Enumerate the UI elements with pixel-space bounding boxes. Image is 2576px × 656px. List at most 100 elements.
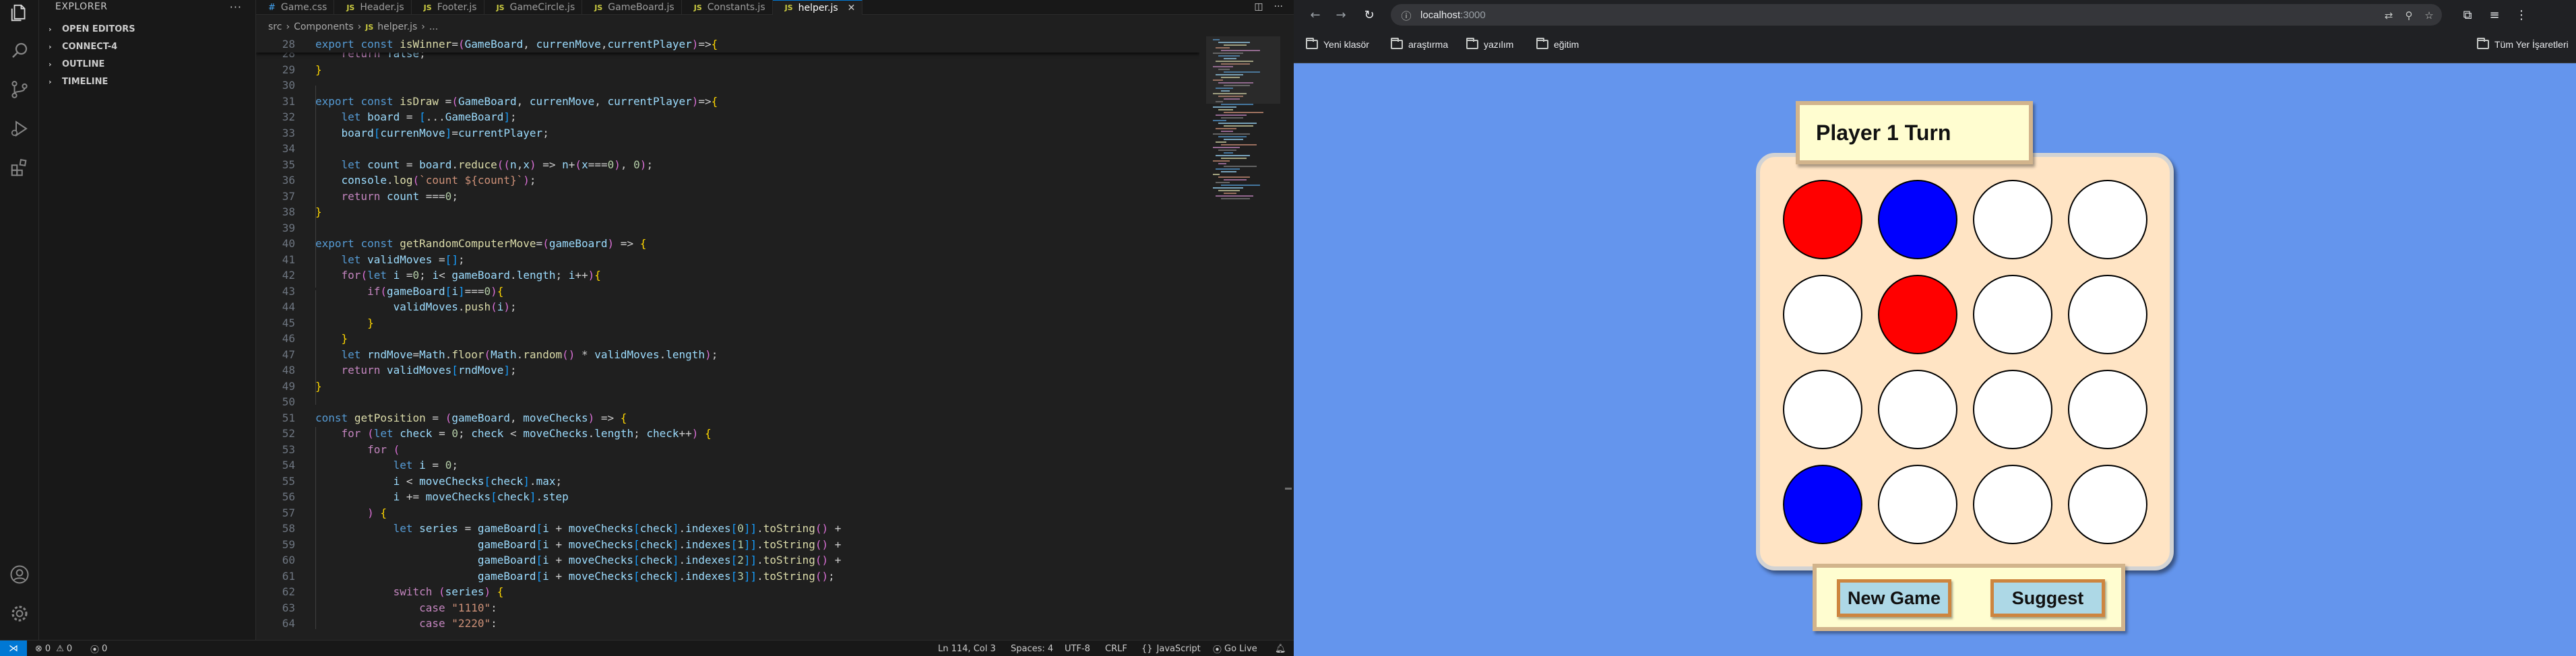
search-icon[interactable] [9, 40, 30, 61]
new-game-button[interactable]: New Game [1837, 579, 1951, 617]
minimap-line [1224, 179, 1247, 181]
game-circle-white[interactable] [1783, 275, 1862, 354]
section-project[interactable]: › CONNECT-4 [39, 38, 255, 55]
ports-indicator[interactable]: ⦿ 0 [90, 641, 107, 656]
section-outline[interactable]: › OUTLINE [39, 55, 255, 73]
game-circle-white[interactable] [2068, 370, 2147, 449]
sticky-scroll-line[interactable]: 28 export const isWinner=(GameBoard, curr… [256, 36, 1199, 53]
minimap-slider[interactable] [1206, 36, 1280, 104]
game-circle-red[interactable] [1878, 275, 1957, 354]
cursor-position[interactable]: Ln 114, Col 3 [938, 641, 996, 656]
game-circle-white[interactable] [1783, 370, 1862, 449]
all-bookmarks[interactable]: Tüm Yer İşaretleri [2477, 38, 2569, 50]
remote-icon[interactable]: ⋊ [0, 641, 27, 656]
explorer-icon[interactable] [9, 3, 30, 23]
section-label: OUTLINE [62, 59, 105, 69]
vertical-scrollbar[interactable] [1284, 36, 1293, 640]
js-file-icon: JS [496, 3, 505, 12]
breadcrumb-item[interactable]: Components [294, 22, 354, 32]
game-circle-white[interactable] [1973, 370, 2052, 449]
reload-icon[interactable]: ↻ [1360, 5, 1379, 24]
tab-footer-js[interactable]: JS Footer.js [412, 0, 484, 15]
bookmark-folder[interactable]: araştırma [1391, 38, 1448, 50]
split-editor-icon[interactable]: ◫ [1254, 1, 1263, 12]
game-circle-white[interactable] [1878, 465, 1957, 544]
game-circle-white[interactable] [2068, 275, 2147, 354]
settings-gear-icon[interactable] [9, 603, 30, 624]
minimap-line [1224, 152, 1233, 154]
suggest-button[interactable]: Suggest [1990, 579, 2105, 617]
tab-constants-js[interactable]: JS Constants.js [682, 0, 773, 15]
account-icon[interactable] [9, 564, 30, 585]
code-line: 35 let count = board.reduce((n,x) => n+(… [282, 158, 654, 171]
code-line: 34 [282, 142, 295, 155]
menu-dots-icon[interactable]: ⋮ [2512, 5, 2531, 24]
site-info-icon[interactable]: ⓘ [1399, 8, 1414, 23]
vscode-window: EXPLORER ··· › OPEN EDITORS › CONNECT-4 › O… [0, 0, 1294, 656]
back-arrow-icon[interactable]: ← [1306, 5, 1325, 24]
source-control-icon[interactable] [9, 79, 30, 100]
minimap-line [1221, 131, 1233, 132]
tab-header-js[interactable]: JS Header.js [334, 0, 412, 15]
notifications-bell-icon[interactable]: 🔔︎ [1275, 641, 1286, 656]
game-circle-white[interactable] [1973, 180, 2052, 259]
game-circle-blue[interactable] [1783, 465, 1862, 544]
more-actions-icon[interactable]: ··· [1274, 1, 1283, 12]
section-timeline[interactable]: › TIMELINE [39, 73, 255, 90]
forward-arrow-icon[interactable]: → [1331, 5, 1350, 24]
run-debug-icon[interactable] [9, 119, 30, 139]
go-live-label: Go Live [1224, 643, 1257, 654]
minimap-line [1218, 123, 1257, 124]
game-circle-blue[interactable] [1878, 180, 1957, 259]
breadcrumb-item[interactable]: ... [429, 22, 438, 32]
tab-helper-js[interactable]: JS helper.js ✕ [772, 0, 863, 15]
minimap-line [1221, 104, 1253, 105]
game-circle-white[interactable] [1973, 465, 2052, 544]
tab-gamecircle-js[interactable]: JS GameCircle.js [484, 0, 583, 15]
code-line: 55 i < moveChecks[check].max; [282, 474, 563, 488]
breadcrumb-item[interactable]: src [268, 22, 282, 32]
minimap-line [1221, 198, 1250, 199]
encoding[interactable]: UTF-8 [1065, 641, 1090, 656]
minimap-line [1216, 114, 1247, 116]
minimap-line [1218, 150, 1236, 151]
editor-actions: ◫ ··· [1254, 1, 1283, 12]
more-actions-icon[interactable]: ··· [230, 1, 242, 13]
warning-count: 0 [66, 643, 73, 654]
indentation[interactable]: Spaces: 4 [1011, 641, 1053, 656]
game-circle-white[interactable] [1973, 275, 2052, 354]
go-live-button[interactable]: ⦿ Go Live [1213, 641, 1257, 656]
chevron-right-icon: › [286, 22, 290, 32]
address-bar[interactable]: ⓘ localhost:3000 ⇄ ⚲ ☆ [1391, 4, 2442, 26]
tab-gameboard-js[interactable]: JS GameBoard.js [582, 0, 682, 15]
game-circle-white[interactable] [2068, 180, 2147, 259]
section-open-editors[interactable]: › OPEN EDITORS [39, 20, 255, 38]
game-circle-white[interactable] [2068, 465, 2147, 544]
breadcrumb-item[interactable]: helper.js [377, 22, 417, 32]
game-circle-red[interactable] [1783, 180, 1862, 259]
close-icon[interactable]: ✕ [848, 3, 856, 13]
bookmark-folder[interactable]: yazılım [1466, 38, 1513, 50]
game-circle-white[interactable] [1878, 370, 1957, 449]
chevron-right-icon: › [357, 22, 362, 32]
bookmark-folder[interactable]: eğitim [1536, 38, 1579, 50]
minimap-line [1216, 182, 1230, 183]
line-ending[interactable]: CRLF [1105, 641, 1127, 656]
folder-icon [1306, 38, 1318, 49]
language-mode[interactable]: {} JavaScript [1141, 641, 1201, 656]
tab-search-icon[interactable]: ≡ [2485, 5, 2504, 24]
code-editor[interactable]: 28 return false; 29} 30 31 export const isDr… [256, 36, 1199, 640]
extensions-icon[interactable]: ⧉ [2458, 5, 2477, 24]
tab-game-css[interactable]: # Game.css [256, 0, 335, 15]
bookmark-folder[interactable]: Yeni klasör [1306, 38, 1369, 50]
code-line: 57 ) { [282, 506, 387, 519]
ports-count: 0 [102, 643, 108, 654]
bookmark-label: Tüm Yer İşaretleri [2494, 39, 2569, 50]
problems-indicator[interactable]: ⊗ 0 ⚠ 0 [35, 641, 72, 656]
bookmark-star-icon[interactable]: ☆ [2422, 8, 2437, 23]
translate-icon[interactable]: ⇄ [2381, 8, 2396, 23]
indent-guide [315, 427, 316, 629]
zoom-icon[interactable]: ⚲ [2401, 8, 2416, 23]
extensions-icon[interactable] [9, 158, 30, 178]
game-board [1756, 153, 2174, 570]
